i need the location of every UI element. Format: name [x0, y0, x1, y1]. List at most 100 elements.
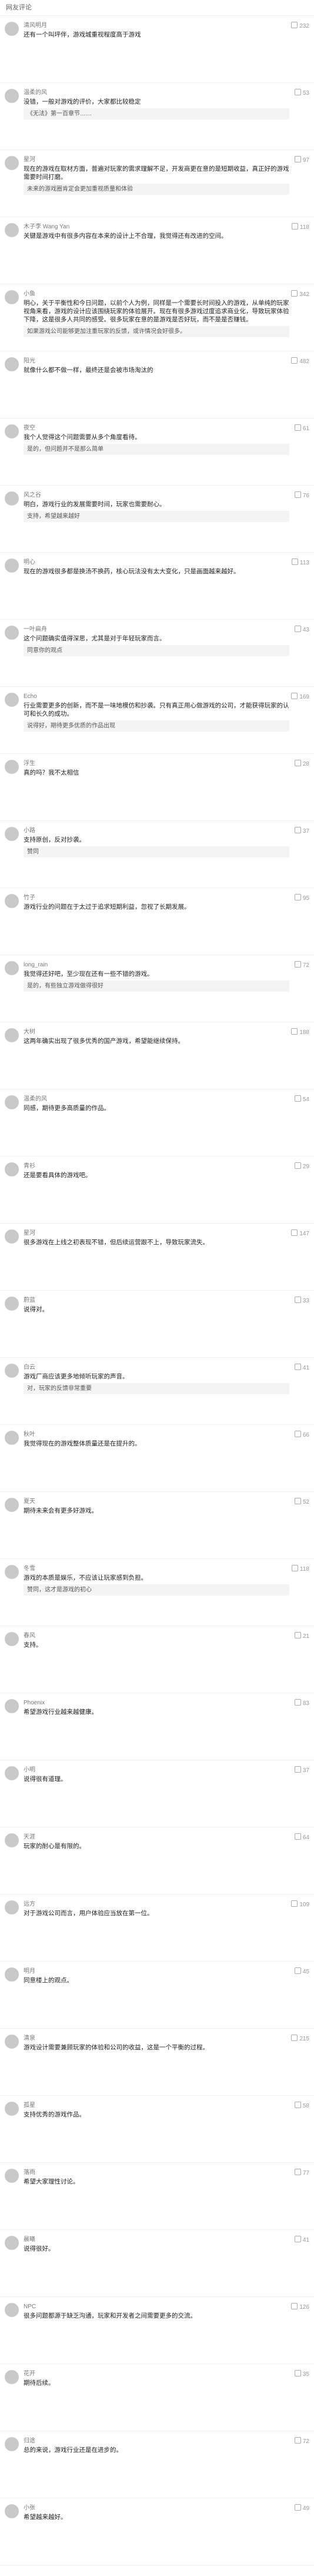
comment-author[interactable]: 夏天 [24, 1498, 289, 1505]
avatar[interactable] [5, 559, 19, 573]
comment-author[interactable]: 小鱼 [24, 290, 289, 298]
avatar[interactable] [5, 1967, 19, 1982]
comment-author[interactable]: 一叶扁舟 [24, 626, 289, 633]
avatar[interactable] [5, 1900, 19, 1914]
comment-author[interactable]: Echo [24, 693, 289, 700]
avatar[interactable] [5, 827, 19, 841]
comment-author[interactable]: 竹子 [24, 894, 289, 902]
avatar[interactable] [5, 1229, 19, 1244]
like-button[interactable]: 118 [292, 1565, 309, 1573]
like-button[interactable]: 41 [294, 2236, 309, 2243]
comment-author[interactable]: 归途 [24, 2437, 289, 2445]
comment-author[interactable]: 星河 [24, 1229, 289, 1237]
comment-author[interactable]: 白云 [24, 1364, 289, 1371]
avatar[interactable] [5, 2236, 19, 2250]
like-button[interactable]: 64 [294, 1833, 309, 1841]
comment-author[interactable]: 小路 [24, 827, 289, 835]
like-button[interactable]: 33 [294, 1297, 309, 1304]
comment-author[interactable]: 春风 [24, 1632, 289, 1640]
like-button[interactable]: 97 [294, 156, 309, 164]
like-button[interactable]: 29 [294, 1162, 309, 1170]
comment-author[interactable]: 小明 [24, 1766, 289, 1774]
comment-author[interactable]: long_rain [24, 961, 289, 969]
like-button[interactable]: 147 [291, 1229, 309, 1237]
comment-author[interactable]: NPC [24, 2303, 289, 2311]
comment-author[interactable]: 风之谷 [24, 491, 289, 499]
comment-author[interactable]: 明心 [24, 559, 289, 566]
like-button[interactable]: 28 [294, 760, 309, 767]
avatar[interactable] [5, 2303, 19, 2317]
avatar[interactable] [5, 22, 19, 36]
comment-author[interactable]: 天涯 [24, 1833, 289, 1841]
avatar[interactable] [5, 1162, 19, 1176]
like-button[interactable]: 66 [294, 1431, 309, 1438]
like-button[interactable]: 41 [294, 1364, 309, 1371]
like-button[interactable]: 35 [294, 2370, 309, 2378]
avatar[interactable] [5, 357, 19, 371]
comment-author[interactable]: 秋叶 [24, 1431, 289, 1438]
avatar[interactable] [5, 1632, 19, 1646]
comment-author[interactable]: 清风明月 [24, 22, 289, 29]
avatar[interactable] [5, 290, 19, 304]
comment-author[interactable]: 落雨 [24, 2169, 289, 2176]
comment-author[interactable]: 大树 [24, 1028, 289, 1036]
avatar[interactable] [5, 1766, 19, 1780]
comment-author[interactable]: 冬雪 [24, 1565, 289, 1573]
like-button[interactable]: 118 [292, 223, 309, 231]
like-button[interactable]: 77 [294, 2169, 309, 2176]
comment-author[interactable]: 孤星 [24, 2102, 289, 2109]
like-button[interactable]: 45 [294, 1967, 309, 1975]
like-button[interactable]: 43 [294, 626, 309, 633]
avatar[interactable] [5, 1095, 19, 1109]
comment-author[interactable]: 星河 [24, 156, 289, 164]
avatar[interactable] [5, 1028, 19, 1042]
comment-author[interactable]: 浮生 [24, 760, 289, 767]
avatar[interactable] [5, 89, 19, 103]
like-button[interactable]: 37 [294, 827, 309, 835]
like-button[interactable]: 54 [294, 1095, 309, 1103]
comment-author[interactable]: 小张 [24, 2504, 289, 2512]
like-button[interactable]: 95 [294, 894, 309, 902]
comment-author[interactable]: 木子李 Wang Yan [24, 223, 289, 231]
like-button[interactable]: 109 [291, 1900, 309, 1908]
like-button[interactable]: 169 [291, 693, 309, 700]
like-button[interactable]: 482 [291, 357, 309, 365]
avatar[interactable] [5, 1297, 19, 1311]
avatar[interactable] [5, 2370, 19, 2384]
like-button[interactable]: 37 [294, 1766, 309, 1774]
avatar[interactable] [5, 1833, 19, 1847]
avatar[interactable] [5, 760, 19, 774]
like-button[interactable]: 76 [294, 491, 309, 499]
avatar[interactable] [5, 1565, 19, 1579]
avatar[interactable] [5, 894, 19, 908]
comment-author[interactable]: 夜空 [24, 424, 289, 432]
like-button[interactable]: 53 [294, 89, 309, 97]
avatar[interactable] [5, 1699, 19, 1713]
avatar[interactable] [5, 156, 19, 170]
like-button[interactable]: 342 [291, 290, 309, 298]
like-button[interactable]: 113 [292, 559, 309, 566]
comment-author[interactable]: 花开 [24, 2370, 289, 2378]
avatar[interactable] [5, 2035, 19, 2049]
comment-author[interactable]: Phoenix [24, 1699, 289, 1707]
avatar[interactable] [5, 223, 19, 237]
avatar[interactable] [5, 491, 19, 506]
like-button[interactable]: 61 [294, 424, 309, 432]
comment-author[interactable]: 青衫 [24, 1162, 289, 1170]
avatar[interactable] [5, 1364, 19, 1378]
like-button[interactable]: 52 [294, 1498, 309, 1505]
like-button[interactable]: 232 [291, 22, 309, 29]
avatar[interactable] [5, 424, 19, 438]
avatar[interactable] [5, 2102, 19, 2116]
avatar[interactable] [5, 1498, 19, 1512]
comment-author[interactable]: 晨曦 [24, 2236, 289, 2243]
like-button[interactable]: 49 [294, 2504, 309, 2512]
comment-author[interactable]: 蔚蓝 [24, 1297, 289, 1304]
like-button[interactable]: 72 [294, 2437, 309, 2445]
avatar[interactable] [5, 693, 19, 707]
like-button[interactable]: 83 [294, 1699, 309, 1707]
avatar[interactable] [5, 1431, 19, 1445]
like-button[interactable]: 72 [294, 961, 309, 969]
comment-author[interactable]: 温柔的风 [24, 89, 289, 97]
comment-author[interactable]: 阳光 [24, 357, 289, 365]
